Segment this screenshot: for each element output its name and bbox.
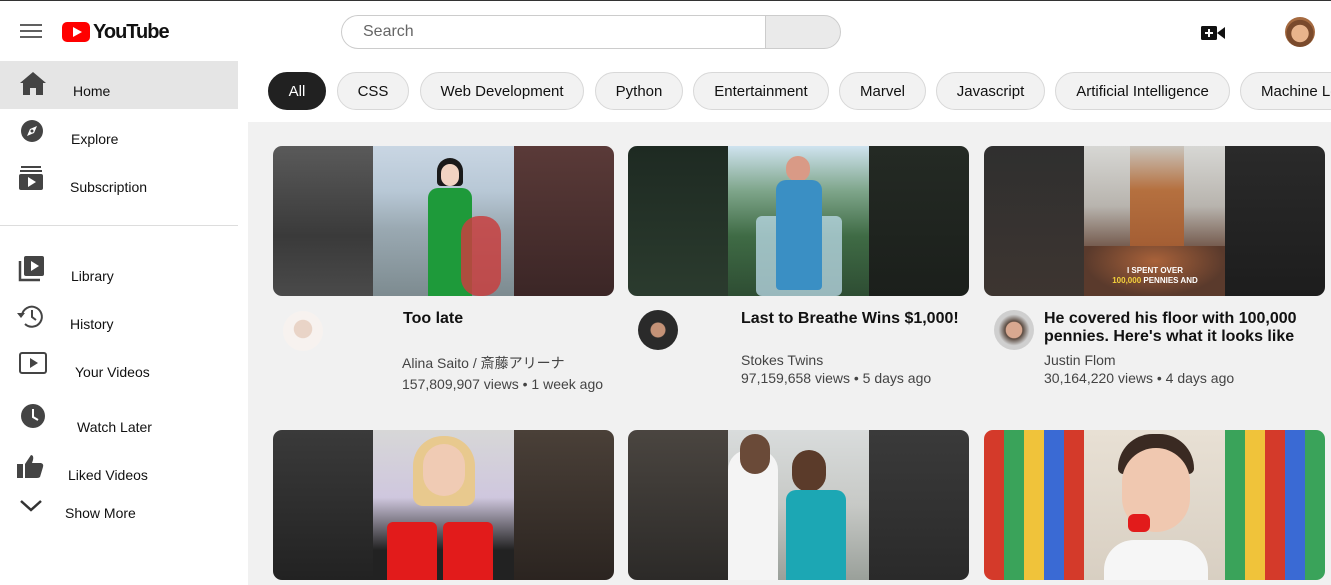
sidebar-item-label: Home <box>73 83 111 99</box>
video-title[interactable]: Last to Breathe Wins $1,000! <box>741 310 966 328</box>
thumbnail-blur-left <box>273 430 373 580</box>
chip-all[interactable]: All <box>268 72 326 110</box>
thumbnail-blur-right <box>1225 146 1325 296</box>
channel-name[interactable]: Justin Flom <box>1044 351 1116 369</box>
thumbnail-blur-right <box>514 430 614 580</box>
channel-name[interactable]: Alina Saito / 斎藤アリーナ <box>402 354 565 372</box>
thumbnail-image <box>728 430 869 580</box>
your-videos-icon <box>19 352 47 374</box>
video-thumbnail[interactable] <box>273 430 614 580</box>
subscriptions-icon <box>19 166 43 190</box>
video-thumbnail[interactable] <box>273 146 614 296</box>
filter-chip-bar: All CSS Web Development Python Entertain… <box>248 61 1331 122</box>
thumbnail-image: I SPENT OVER 100,000 PENNIES AND <box>1084 146 1226 296</box>
sidebar-item-home[interactable]: Home <box>0 61 238 109</box>
chip-machine-learning[interactable]: Machine Learning <box>1240 72 1331 110</box>
thumbs-up-icon <box>17 455 44 478</box>
video-thumbnail[interactable] <box>984 430 1325 580</box>
chevron-down-icon <box>20 500 42 512</box>
sidebar-item-your-videos[interactable]: Your Videos <box>0 342 238 390</box>
thumbnail-blur-right <box>514 146 614 296</box>
channel-avatar[interactable] <box>638 310 678 350</box>
sidebar-item-label: Liked Videos <box>68 467 148 483</box>
sidebar-item-history[interactable]: History <box>0 294 238 342</box>
sidebar-item-label: Show More <box>65 505 136 521</box>
sidebar-item-label: Your Videos <box>75 364 150 380</box>
chip-javascript[interactable]: Javascript <box>936 72 1045 110</box>
sidebar-item-label: Watch Later <box>77 419 152 435</box>
thumbnail-caption-line1: I SPENT OVER <box>1126 266 1183 275</box>
user-avatar[interactable] <box>1285 17 1315 47</box>
thumbnail-image <box>1084 430 1225 580</box>
thumbnail-image <box>373 146 514 296</box>
clock-icon <box>21 404 45 428</box>
compass-icon <box>21 120 43 142</box>
search-button[interactable] <box>765 15 841 49</box>
thumbnail-caption-highlight: 100,000 <box>1112 276 1142 285</box>
sidebar-item-label: History <box>70 316 114 332</box>
thumbnail-blur-right <box>1225 430 1325 580</box>
thumbnail-image <box>373 430 514 580</box>
chip-marvel[interactable]: Marvel <box>839 72 926 110</box>
thumbnail-blur-left <box>984 146 1084 296</box>
home-icon <box>20 72 46 95</box>
channel-name[interactable]: Stokes Twins <box>741 351 823 369</box>
chip-css[interactable]: CSS <box>337 72 409 110</box>
library-icon <box>18 256 44 282</box>
chip-web-development[interactable]: Web Development <box>420 72 584 110</box>
search-input[interactable] <box>341 15 765 49</box>
video-thumbnail[interactable] <box>628 430 969 580</box>
history-icon <box>17 305 43 328</box>
thumbnail-blur-left <box>984 430 1084 580</box>
search-bar <box>341 15 841 49</box>
thumbnail-image <box>728 146 869 296</box>
youtube-play-icon <box>62 22 90 42</box>
thumbnail-blur-left <box>628 146 728 296</box>
thumbnail-blur-right <box>869 146 969 296</box>
sidebar-item-subscription[interactable]: Subscription <box>0 157 238 205</box>
channel-avatar[interactable] <box>994 310 1034 350</box>
thumbnail-blur-left <box>628 430 728 580</box>
chip-python[interactable]: Python <box>595 72 683 110</box>
sidebar-item-watch-later[interactable]: Watch Later <box>0 397 238 445</box>
create-video-icon[interactable] <box>1201 25 1225 41</box>
youtube-logo[interactable]: YouTube <box>62 20 170 43</box>
logo-text: YouTube <box>93 20 170 43</box>
video-thumbnail[interactable]: I SPENT OVER 100,000 PENNIES AND <box>984 146 1325 296</box>
sidebar-item-label: Subscription <box>70 179 148 195</box>
top-bar: YouTube <box>0 0 1331 61</box>
video-stats: 30,164,220 views • 4 days ago <box>1044 370 1235 386</box>
video-title[interactable]: He covered his floor with 100,000 pennie… <box>1044 310 1314 346</box>
video-stats: 97,159,658 views • 5 days ago <box>741 370 932 386</box>
chip-artificial-intelligence[interactable]: Artificial Intelligence <box>1055 72 1230 110</box>
channel-avatar[interactable] <box>283 311 323 351</box>
sidebar-item-library[interactable]: Library <box>0 246 238 294</box>
chip-entertainment[interactable]: Entertainment <box>693 72 829 110</box>
video-title[interactable]: Too late <box>403 310 608 328</box>
sidebar-item-explore[interactable]: Explore <box>0 109 238 157</box>
hamburger-menu-icon[interactable] <box>20 24 42 40</box>
sidebar-divider <box>0 225 238 226</box>
video-thumbnail[interactable] <box>628 146 969 296</box>
sidebar: Home Explore Subscription Library Histor… <box>0 61 248 585</box>
sidebar-item-show-more[interactable]: Show More <box>0 483 238 531</box>
sidebar-item-label: Library <box>71 268 114 284</box>
video-stats: 157,809,907 views • 1 week ago <box>402 376 604 392</box>
thumbnail-blur-right <box>869 430 969 580</box>
thumbnail-blur-left <box>273 146 373 296</box>
thumbnail-caption-line2: PENNIES AND <box>1143 276 1198 285</box>
sidebar-item-label: Explore <box>71 131 119 147</box>
